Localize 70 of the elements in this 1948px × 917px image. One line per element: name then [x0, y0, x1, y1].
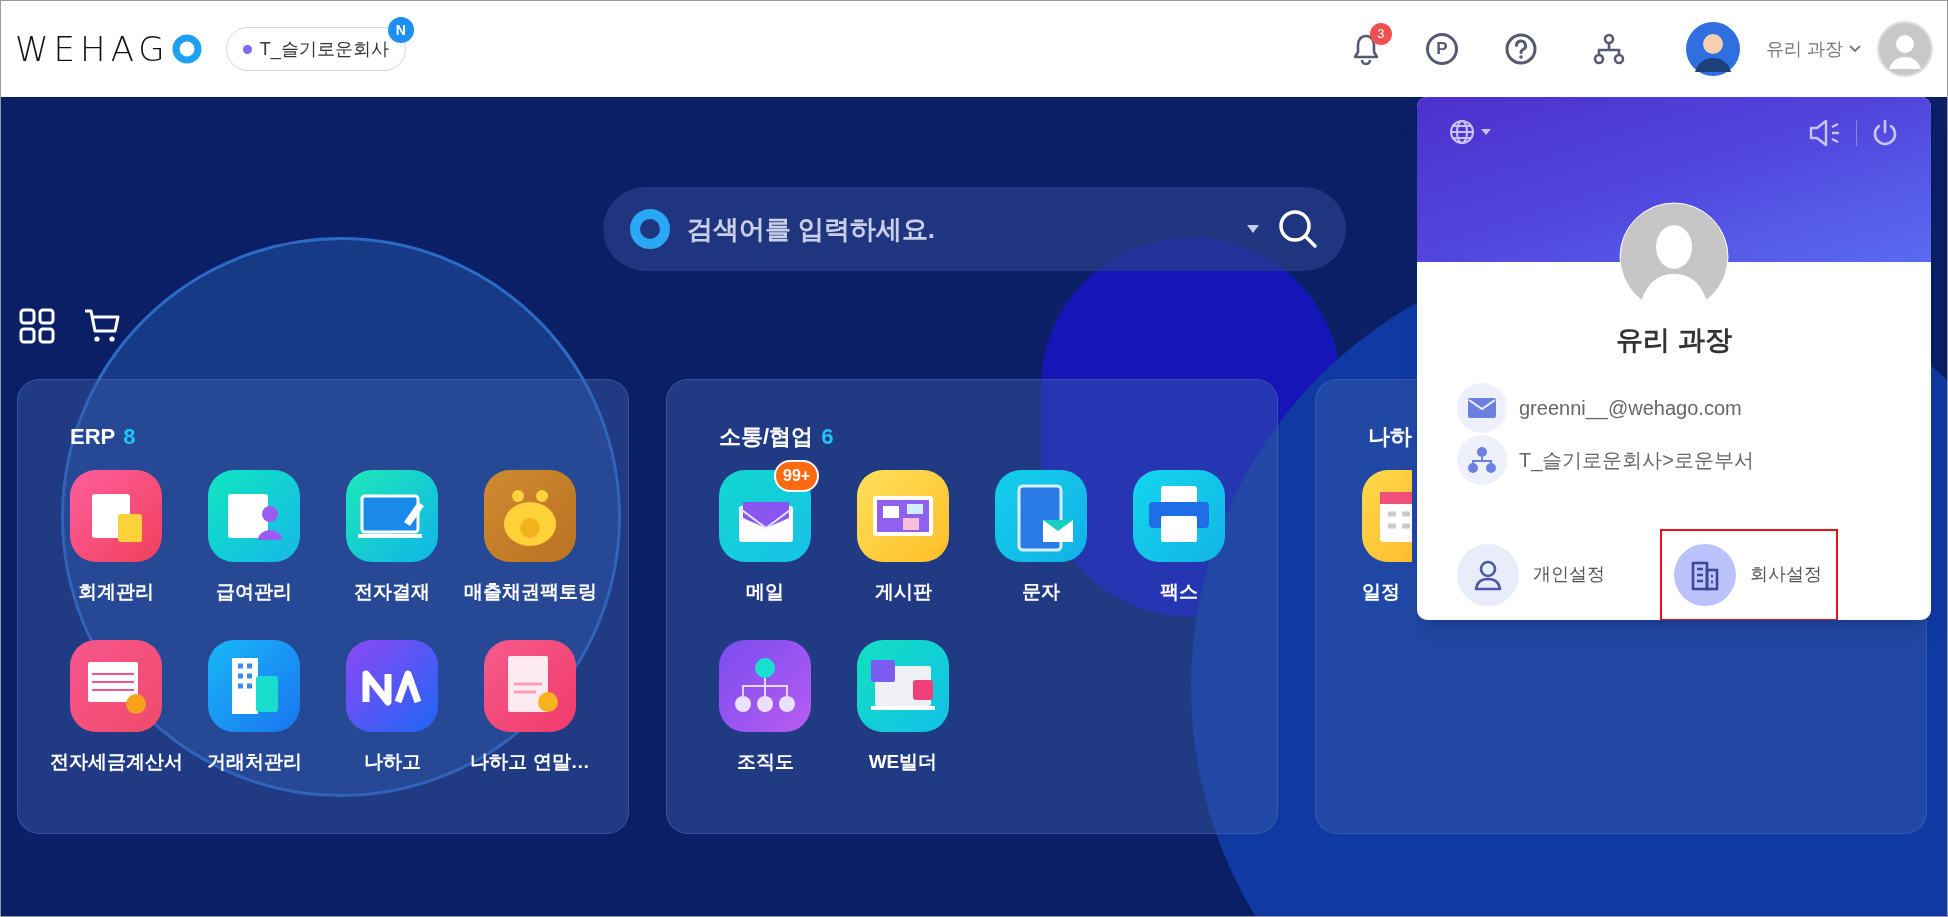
hierarchy-icon	[1593, 33, 1625, 65]
website-builder-icon	[857, 640, 949, 732]
office-building-icon	[208, 640, 300, 732]
sound-button[interactable]	[1808, 119, 1842, 147]
caret-down-icon	[1481, 128, 1491, 136]
logo-text: WEHAG	[15, 27, 170, 71]
tax-receipt-icon	[484, 640, 576, 732]
help-button[interactable]	[1504, 32, 1538, 66]
avatar-silhouette-icon	[1877, 21, 1933, 77]
email-icon	[1457, 382, 1507, 433]
globe-icon	[1449, 119, 1475, 145]
app-tile[interactable]: 조직도	[696, 640, 834, 790]
app-tile[interactable]: 나하고 연말…	[461, 640, 599, 790]
grid-view-button[interactable]	[19, 308, 55, 344]
printer-icon	[1133, 470, 1225, 562]
chevron-down-icon	[1849, 45, 1861, 53]
app-tile[interactable]: 전자세금계산서	[47, 640, 185, 790]
ring-logo-icon	[171, 34, 202, 64]
zigzag-logo-icon	[346, 640, 438, 732]
organization-path: T_슬기로운회사>로운부서	[1519, 447, 1755, 474]
app-tile[interactable]: 전자결재	[323, 470, 461, 620]
profile-name: 유리 과장	[1615, 324, 1733, 357]
app-tile[interactable]: 회계관리	[47, 470, 185, 620]
cart-icon	[83, 308, 121, 344]
phone-message-icon	[995, 470, 1087, 562]
caret-down-icon	[1245, 224, 1260, 234]
hierarchy-icon	[1457, 434, 1507, 485]
app-tile[interactable]: 나하고	[323, 640, 461, 790]
app-tile[interactable]: WE빌더	[834, 640, 972, 790]
language-button[interactable]	[1449, 119, 1491, 145]
company-name: T_슬기로운회사	[259, 37, 389, 62]
app-tile[interactable]: 급여관리	[185, 470, 323, 620]
folder-person-icon	[208, 470, 300, 562]
help-icon	[1504, 32, 1538, 66]
org-chart-icon	[719, 640, 811, 732]
grid-icon	[19, 308, 55, 344]
app-tile[interactable]: 게시판	[834, 470, 972, 620]
settings-button[interactable]: 회사설정	[1660, 528, 1838, 620]
points-button[interactable]: P	[1426, 33, 1458, 65]
bulletin-board-icon	[857, 470, 949, 562]
email-address: greenni__@wehago.com	[1519, 395, 1742, 422]
cart-button[interactable]	[83, 308, 121, 344]
new-badge: N	[387, 17, 414, 43]
group-title: 나하	[1368, 422, 1412, 451]
ring-logo-icon	[628, 208, 671, 250]
app-tile[interactable]: 매출채권팩토링	[461, 470, 599, 620]
avatar-silhouette-icon	[1686, 22, 1740, 76]
app-tile[interactable]: 팩스	[1110, 470, 1248, 620]
avatar-silhouette-icon	[1619, 202, 1729, 312]
settings-button[interactable]: 개인설정	[1455, 528, 1633, 620]
unread-badge: 99+	[774, 460, 820, 492]
notification-count: 3	[1370, 23, 1392, 45]
app-count: 6	[821, 422, 834, 451]
user-menu-button[interactable]: 유리 과장	[1766, 35, 1861, 63]
organization-chart-button[interactable]	[1592, 32, 1626, 66]
laptop-pen-icon	[346, 470, 438, 562]
group-title: ERP	[70, 422, 116, 451]
calendar-icon	[1362, 470, 1412, 562]
group-title: 소통/협업	[719, 422, 814, 451]
search-bar[interactable]: 검색어를 입력하세요.	[602, 187, 1346, 271]
power-button[interactable]	[1871, 119, 1899, 147]
invoice-icon	[70, 640, 162, 732]
app-tile[interactable]: 거래처관리	[185, 640, 323, 790]
search-field[interactable]: 검색어를 입력하세요.	[686, 209, 1230, 249]
power-icon	[1871, 119, 1899, 147]
speaker-icon	[1808, 119, 1842, 147]
envelope-icon	[719, 470, 811, 562]
app-tile[interactable]: 문자	[972, 470, 1110, 620]
person-icon	[1473, 558, 1503, 591]
app-count: 8	[123, 422, 136, 451]
